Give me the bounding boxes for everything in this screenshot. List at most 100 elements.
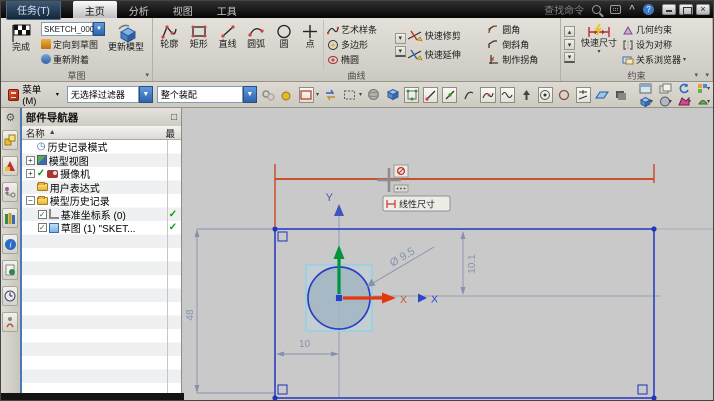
- highlight-selection-icon[interactable]: [261, 87, 276, 103]
- relations-browser-button[interactable]: 关系浏览器 ▾: [622, 53, 708, 67]
- tree-row-sketch[interactable]: ✓ 草图 (1) "SKET... ✓: [22, 221, 181, 235]
- vertex-top-left[interactable]: [272, 226, 277, 231]
- vertex-top-right[interactable]: [651, 226, 656, 231]
- sketch-surface-icon[interactable]: [595, 87, 610, 103]
- part-navigator-icon[interactable]: [2, 182, 18, 202]
- close-button[interactable]: ×: [696, 4, 710, 15]
- sketch-canvas[interactable]: 48: [182, 108, 713, 401]
- midpoint-snap-icon[interactable]: [442, 87, 457, 103]
- dim-48-text[interactable]: 48: [185, 309, 196, 321]
- gallery-expand-icon[interactable]: ▾: [395, 46, 406, 57]
- make-symmetric-button[interactable]: 设为对称: [622, 38, 708, 52]
- gallery-scroll-down-icon[interactable]: ▾: [395, 33, 406, 44]
- constraint-group-launcher-icon[interactable]: ▾: [694, 71, 698, 79]
- web-browser-icon[interactable]: i: [2, 234, 18, 254]
- geometric-constraints-button[interactable]: 几何约束: [622, 23, 708, 37]
- menu-button[interactable]: 菜单(M) ▾: [4, 80, 63, 109]
- minimize-ribbon-icon[interactable]: ^: [629, 4, 635, 15]
- finish-sketch-button[interactable]: 完成: [3, 20, 39, 69]
- constraint-expand-icon[interactable]: ▾: [564, 52, 575, 63]
- reuse-library-icon[interactable]: [2, 208, 18, 228]
- tab-view[interactable]: 视图: [161, 1, 205, 18]
- dimension-48[interactable]: 48: [185, 229, 274, 393]
- quick-trim-button[interactable]: 快速修剪: [407, 28, 488, 42]
- rapid-dimension-dropdown-icon[interactable]: ▾: [597, 49, 600, 56]
- tree-row-datum-csys[interactable]: ✓ 基准坐标系 (0) ✓: [22, 208, 181, 222]
- command-finder-icon[interactable]: [610, 5, 621, 14]
- spline-point-icon[interactable]: [480, 87, 495, 103]
- make-corner-button[interactable]: 制作拐角: [487, 53, 558, 67]
- selection-scope-combo[interactable]: 整个装配 ▼: [157, 86, 257, 103]
- sketch-group-launcher-icon[interactable]: ▾: [145, 71, 149, 79]
- fillet-button[interactable]: 圆角: [487, 23, 558, 37]
- assembly-navigator-icon[interactable]: [2, 130, 18, 150]
- process-studio-icon[interactable]: [2, 312, 18, 332]
- grid-icon[interactable]: ▾: [697, 83, 710, 94]
- orient-cube-icon[interactable]: ▾: [639, 96, 653, 107]
- refresh-icon[interactable]: [678, 83, 691, 94]
- circle-button[interactable]: 圆: [271, 20, 298, 69]
- task-menu-button[interactable]: 任务(T): [6, 0, 61, 20]
- tree-row-model-views[interactable]: + 模型视图: [22, 154, 181, 168]
- lasso-dropdown-icon[interactable]: ▾: [359, 91, 362, 98]
- history-clock-icon[interactable]: [2, 286, 18, 306]
- help-icon[interactable]: ?: [643, 4, 654, 15]
- graphics-window[interactable]: 48: [182, 108, 713, 401]
- dim-height-text[interactable]: 10.1: [467, 254, 478, 274]
- tree-row-history-mode[interactable]: ◷ 历史记录模式: [22, 140, 181, 154]
- tree-row-user-expressions[interactable]: 用户表达式: [22, 181, 181, 195]
- extra-column-header[interactable]: 最: [165, 126, 175, 140]
- selection-filter-combo[interactable]: 无选择过滤器 ▼: [67, 86, 153, 103]
- relations-browser-dropdown-icon[interactable]: ▾: [683, 56, 686, 63]
- ribbon-overflow-icon[interactable]: ▾: [705, 71, 709, 79]
- minimize-button[interactable]: [662, 4, 676, 15]
- point-on-curve-icon[interactable]: [576, 87, 591, 103]
- search-icon[interactable]: [592, 5, 601, 14]
- tab-tools[interactable]: 工具: [205, 1, 249, 18]
- tree-row-cameras[interactable]: + ✓ 摄像机: [22, 167, 181, 181]
- tab-analysis[interactable]: 分析: [117, 1, 161, 18]
- grid-dropdown-icon[interactable]: ▾: [707, 85, 710, 92]
- studio-spline-button[interactable]: 艺术样条: [327, 23, 394, 37]
- sketch-name-dropdown-icon[interactable]: ▼: [93, 22, 105, 36]
- snap-ball-icon[interactable]: [280, 87, 295, 103]
- wcs-origin-handle[interactable]: [336, 295, 343, 302]
- expander-plus-icon[interactable]: +: [26, 156, 35, 165]
- constraint-navigator-icon[interactable]: [2, 156, 18, 176]
- name-column-header[interactable]: 名称: [26, 126, 45, 140]
- constraint-scroll-up-icon[interactable]: ▴: [564, 26, 575, 37]
- constraint-scroll-down-icon[interactable]: ▾: [564, 39, 575, 50]
- expander-plus-icon[interactable]: +: [26, 169, 35, 178]
- update-model-button[interactable]: 更新模型: [107, 20, 145, 69]
- restore-button[interactable]: [679, 4, 693, 15]
- reverse-selection-icon[interactable]: [323, 87, 338, 103]
- dimension-diameter[interactable]: Ø 9.5: [367, 245, 434, 287]
- endpoint-snap-icon[interactable]: [423, 87, 438, 103]
- rapid-dimension-button[interactable]: 快速尺寸 ▾: [576, 20, 622, 69]
- point-up-arrow-icon[interactable]: [519, 87, 534, 103]
- work-part-cube-icon[interactable]: [385, 87, 400, 103]
- render-style-dropdown-icon[interactable]: ▾: [669, 98, 672, 105]
- dimension-10[interactable]: 10: [276, 339, 339, 357]
- expander-minus-icon[interactable]: −: [26, 196, 35, 205]
- circled-point-icon[interactable]: [538, 87, 553, 103]
- sort-ascending-icon[interactable]: ▲: [49, 129, 56, 136]
- history-palette-icon[interactable]: [2, 260, 18, 280]
- tree-row-model-history[interactable]: − 模型历史记录: [22, 194, 181, 208]
- roles-gear-icon[interactable]: ⚙: [5, 111, 15, 124]
- select-rectangle-dropdown-icon[interactable]: ▾: [316, 91, 319, 98]
- navigator-column-header[interactable]: 名称 ▲ 最: [22, 126, 181, 140]
- sketch-checkbox[interactable]: ✓: [38, 223, 47, 232]
- dim-width-text[interactable]: 10: [299, 339, 311, 350]
- snap-point-icon[interactable]: [404, 87, 419, 103]
- circle-snap-icon[interactable]: [557, 87, 572, 103]
- effects-dropdown-icon[interactable]: ▾: [707, 98, 710, 105]
- curve-snap-icon[interactable]: [461, 87, 476, 103]
- layers-stack-icon[interactable]: [614, 87, 629, 103]
- dimension-10-1[interactable]: 10.1: [461, 231, 479, 295]
- sphere-select-icon[interactable]: [366, 87, 381, 103]
- render-style-icon[interactable]: ▾: [659, 96, 672, 107]
- quick-extend-button[interactable]: 快速延伸: [407, 47, 488, 61]
- lasso-icon[interactable]: [342, 87, 357, 103]
- line-button[interactable]: 直线: [214, 20, 242, 69]
